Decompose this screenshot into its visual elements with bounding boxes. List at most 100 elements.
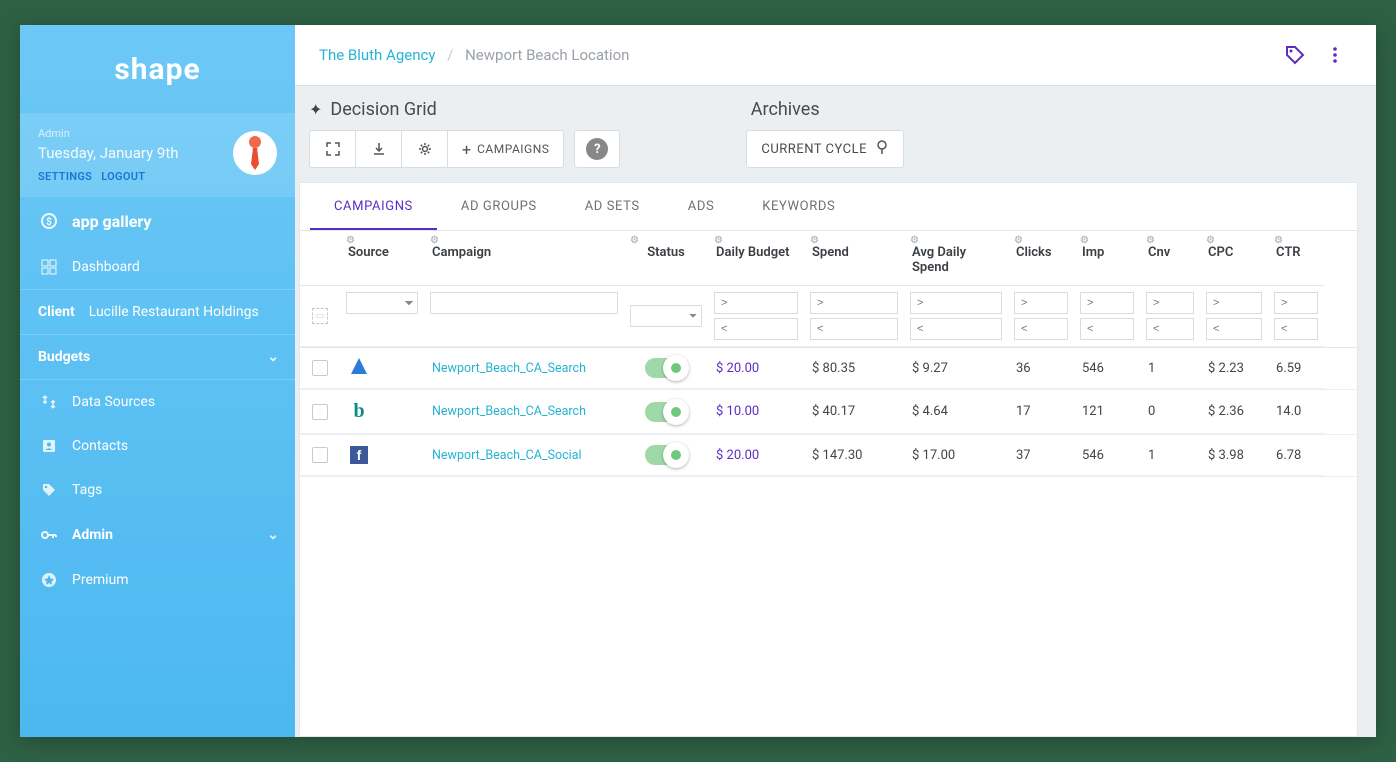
- filter-daily-gt[interactable]: [714, 292, 798, 314]
- dashboard-icon: [38, 259, 60, 275]
- col-header-clicks[interactable]: ⚙Clicks: [1008, 231, 1074, 286]
- gear-icon: ⚙: [430, 235, 439, 246]
- gear-icon: ⚙: [1146, 235, 1155, 246]
- sidebar-item-data-sources[interactable]: Data Sources: [20, 380, 295, 424]
- bing-icon: b: [353, 400, 364, 422]
- breadcrumb: The Bluth Agency / Newport Beach Locatio…: [319, 46, 1272, 64]
- campaign-link[interactable]: Newport_Beach_CA_Search: [432, 361, 586, 376]
- filter-imp-lt[interactable]: [1080, 318, 1134, 340]
- fullscreen-button[interactable]: [309, 130, 355, 168]
- col-header-campaign[interactable]: ⚙Campaign: [424, 231, 624, 286]
- sidebar-item-dashboard[interactable]: Dashboard: [20, 245, 295, 289]
- budgets-label: Budgets: [38, 349, 90, 365]
- filter-status-select[interactable]: [630, 305, 702, 327]
- filter-cnv-gt[interactable]: [1146, 292, 1194, 314]
- sidebar-item-app-gallery[interactable]: $ app gallery: [20, 197, 295, 245]
- tab-keywords[interactable]: KEYWORDS: [738, 183, 859, 230]
- topbar: The Bluth Agency / Newport Beach Locatio…: [295, 25, 1376, 85]
- ctr-value: 6.78: [1268, 435, 1324, 476]
- daily-budget-value[interactable]: $ 20.00: [716, 448, 759, 463]
- filter-clicks-gt[interactable]: [1014, 292, 1068, 314]
- filter-avg-gt[interactable]: [910, 292, 1002, 314]
- imp-value: 546: [1074, 435, 1140, 476]
- tab-campaigns[interactable]: CAMPAIGNS: [310, 183, 437, 230]
- help-button[interactable]: ?: [574, 130, 620, 168]
- col-header-avg-daily-spend[interactable]: ⚙Avg Daily Spend: [904, 231, 1008, 286]
- row-checkbox[interactable]: [312, 404, 328, 420]
- sidebar-item-tags[interactable]: Tags: [20, 468, 295, 512]
- sparkle-icon: ✦: [309, 100, 322, 119]
- current-cycle-label: CURRENT CYCLE: [761, 142, 867, 157]
- col-header-cnv[interactable]: ⚙Cnv: [1140, 231, 1200, 286]
- filter-spend-gt[interactable]: [810, 292, 898, 314]
- col-header-spend[interactable]: ⚙Spend: [804, 231, 904, 286]
- data-sources-icon: [38, 394, 60, 410]
- current-cycle-button[interactable]: CURRENT CYCLE: [746, 130, 904, 168]
- toolbar: + CAMPAIGNS ? CURRENT CYCLE: [299, 120, 1358, 182]
- decision-grid-label: Decision Grid: [330, 99, 436, 120]
- daily-budget-value[interactable]: $ 10.00: [716, 404, 759, 419]
- col-header-cpc[interactable]: ⚙CPC: [1200, 231, 1268, 286]
- tab-ads[interactable]: ADS: [664, 183, 739, 230]
- status-toggle[interactable]: [645, 402, 687, 422]
- app-frame: shape Admin Tuesday, January 9th SETTING…: [20, 25, 1376, 737]
- col-header-imp[interactable]: ⚙Imp: [1074, 231, 1140, 286]
- filter-campaign-input[interactable]: [430, 292, 618, 314]
- status-toggle[interactable]: [645, 358, 687, 378]
- breadcrumb-root[interactable]: The Bluth Agency: [319, 46, 435, 64]
- select-all-box[interactable]: ▭: [300, 286, 340, 347]
- row-checkbox[interactable]: [312, 447, 328, 463]
- sidebar-client-row[interactable]: Client Lucille Restaurant Holdings: [20, 290, 295, 334]
- grid-scroll[interactable]: ⚙Source ⚙Campaign ⚙Status ⚙Daily Budget …: [300, 231, 1357, 736]
- campaign-link[interactable]: Newport_Beach_CA_Search: [432, 404, 586, 419]
- filter-cpc-lt[interactable]: [1206, 318, 1262, 340]
- settings-gear-button[interactable]: [401, 130, 447, 168]
- filter-spend-lt[interactable]: [810, 318, 898, 340]
- filter-cpc-gt[interactable]: [1206, 292, 1262, 314]
- add-campaigns-label: CAMPAIGNS: [477, 142, 549, 156]
- app-gallery-icon: $: [38, 211, 60, 231]
- col-header-source[interactable]: ⚙Source: [340, 231, 424, 286]
- adwords-icon: [351, 358, 367, 374]
- filter-daily-lt[interactable]: [714, 318, 798, 340]
- tag-icon[interactable]: [1278, 38, 1312, 72]
- status-toggle[interactable]: [645, 445, 687, 465]
- grid-body: Newport_Beach_CA_Search$ 20.00$ 80.35$ 9…: [300, 348, 1357, 477]
- col-header-status[interactable]: ⚙Status: [624, 231, 708, 286]
- dashboard-label: Dashboard: [72, 259, 140, 275]
- contacts-label: Contacts: [72, 438, 128, 454]
- settings-link[interactable]: SETTINGS: [38, 170, 92, 183]
- col-header-daily-budget[interactable]: ⚙Daily Budget: [708, 231, 804, 286]
- gear-icon: ⚙: [1014, 235, 1023, 246]
- filter-ctr-gt[interactable]: [1274, 292, 1318, 314]
- col-header-ctr[interactable]: ⚙CTR: [1268, 231, 1324, 286]
- filter-imp-gt[interactable]: [1080, 292, 1134, 314]
- cnv-value: 1: [1140, 348, 1200, 389]
- sidebar-item-premium[interactable]: Premium: [20, 558, 295, 602]
- sidebar-item-budgets[interactable]: Budgets ⌄: [20, 335, 295, 379]
- filter-clicks-lt[interactable]: [1014, 318, 1068, 340]
- sidebar-user-panel: Admin Tuesday, January 9th SETTINGS LOGO…: [20, 113, 295, 197]
- logout-link[interactable]: LOGOUT: [101, 170, 145, 183]
- filter-cnv-lt[interactable]: [1146, 318, 1194, 340]
- avatar[interactable]: [233, 131, 277, 175]
- sidebar: shape Admin Tuesday, January 9th SETTING…: [20, 25, 295, 737]
- help-icon: ?: [586, 138, 608, 160]
- sidebar-item-admin[interactable]: Admin ⌄: [20, 512, 295, 558]
- filter-avg-lt[interactable]: [910, 318, 1002, 340]
- sidebar-item-contacts[interactable]: Contacts: [20, 424, 295, 468]
- add-campaigns-button[interactable]: + CAMPAIGNS: [447, 130, 564, 168]
- filter-source-select[interactable]: [346, 292, 418, 314]
- tab-ad-sets[interactable]: AD SETS: [561, 183, 664, 230]
- more-vert-icon[interactable]: [1318, 38, 1352, 72]
- cpc-value: $ 3.98: [1200, 435, 1268, 476]
- campaign-link[interactable]: Newport_Beach_CA_Social: [432, 448, 582, 463]
- admin-key-icon: [38, 526, 60, 544]
- filter-ctr-lt[interactable]: [1274, 318, 1318, 340]
- download-button[interactable]: [355, 130, 401, 168]
- imp-value: 121: [1074, 390, 1140, 434]
- grid-tabs: CAMPAIGNS AD GROUPS AD SETS ADS KEYWORDS: [300, 183, 1357, 231]
- row-checkbox[interactable]: [312, 360, 328, 376]
- tab-ad-groups[interactable]: AD GROUPS: [437, 183, 561, 230]
- daily-budget-value[interactable]: $ 20.00: [716, 361, 759, 376]
